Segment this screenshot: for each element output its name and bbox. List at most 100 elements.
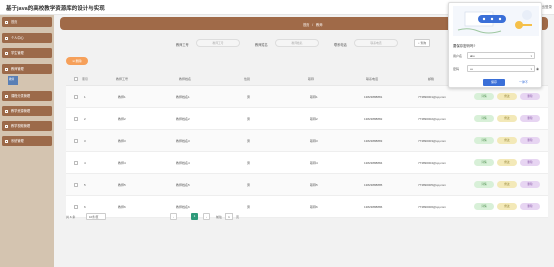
sidebar-item-label: 学生管理: [11, 51, 24, 55]
edit-button[interactable]: 修改: [497, 115, 517, 122]
show-password-icon[interactable]: ◉: [536, 67, 539, 71]
cell-phone: 13823888886: [364, 205, 383, 209]
sidebar: 首页 个人中心 学生管理 教师管理 教师 课程分类管理 教学资源管理 教学视频管…: [0, 15, 54, 267]
prev-page-button[interactable]: ‹: [170, 213, 177, 220]
search-button[interactable]: ⌕ 查询: [414, 39, 430, 47]
cell-email: 773890003@qq.com: [418, 139, 446, 143]
edit-button[interactable]: 修改: [497, 181, 517, 188]
cell-title: 职称2: [310, 117, 318, 121]
sidebar-item-students[interactable]: 学生管理: [2, 48, 52, 58]
cell-index: 3: [84, 139, 86, 143]
never-save-button[interactable]: 一律不: [519, 80, 528, 84]
cell-title: 职称4: [310, 161, 318, 165]
username-label: 用户名: [453, 54, 463, 58]
edit-button[interactable]: 修改: [497, 93, 517, 100]
delete-button[interactable]: 删除: [520, 159, 540, 166]
password-field[interactable]: ••• ▾: [467, 65, 535, 72]
username-field[interactable]: abo ▾: [467, 52, 535, 59]
search-label-phone: 联系电话: [334, 42, 347, 47]
page-number-current[interactable]: 1: [191, 213, 198, 220]
cell-index: 6: [84, 205, 86, 209]
cell-gender: 男: [247, 183, 251, 187]
next-page-button[interactable]: ›: [203, 213, 210, 220]
cell-title: 职称1: [310, 95, 318, 99]
row-checkbox[interactable]: [74, 205, 78, 209]
cell-gender: 男: [247, 161, 251, 165]
goto-label: 前往: [216, 215, 223, 219]
breadcrumb-home[interactable]: 首页: [303, 23, 309, 27]
column-header[interactable]: 职称: [308, 77, 314, 81]
table-row[interactable]: 5 教师5 教师姓名5 男 职称5 13823888885 773890005@qq.com…: [66, 174, 548, 196]
sidebar-item-profile[interactable]: 个人中心: [2, 33, 52, 43]
sidebar-item-course-category[interactable]: 课程分类管理: [2, 91, 52, 101]
search-input-teacher-id[interactable]: 教师工号: [196, 39, 240, 47]
column-header: 索引: [82, 77, 89, 81]
table-row[interactable]: 3 教师3 教师姓名3 男 职称3 13823888883 773890003@qq.com…: [66, 130, 548, 152]
sidebar-item-teachers[interactable]: 教师管理: [2, 64, 52, 74]
detail-button[interactable]: 详情: [474, 115, 494, 122]
cell-gender: 男: [247, 95, 251, 99]
row-checkbox[interactable]: [74, 183, 78, 187]
edit-button[interactable]: 修改: [497, 137, 517, 144]
delete-button[interactable]: 删除: [520, 181, 540, 188]
cell-email: 773890004@qq.com: [418, 161, 446, 165]
row-checkbox[interactable]: [74, 117, 78, 121]
row-checkbox[interactable]: [74, 139, 78, 143]
row-checkbox[interactable]: [74, 161, 78, 165]
column-header[interactable]: 性别: [244, 77, 250, 81]
category-icon: [5, 94, 8, 98]
cell-phone: 13823888881: [364, 95, 383, 99]
sidebar-item-videos[interactable]: 教学视频管理: [2, 121, 52, 131]
cell-name: 教师姓名3: [176, 139, 190, 143]
save-password-button[interactable]: 保存: [483, 79, 505, 86]
search-input-teacher-name[interactable]: 教师姓名: [275, 39, 319, 47]
cell-gender: 男: [247, 117, 251, 121]
cell-email: 773890005@qq.com: [418, 183, 446, 187]
app-title: 基于java的高校教学资源库的设计与实现: [6, 6, 105, 12]
table-row[interactable]: 1 教师1 教师姓名1 男 职称1 13823888881 773890001@qq.com…: [66, 86, 548, 108]
cell-index: 2: [84, 117, 86, 121]
page-size-select[interactable]: 10条/页: [86, 213, 106, 220]
delete-button[interactable]: 删除: [520, 137, 540, 144]
user-icon: [5, 36, 8, 40]
sidebar-item-label: 个人中心: [11, 36, 24, 40]
sidebar-item-label: 教师管理: [11, 67, 24, 71]
delete-button[interactable]: 删除: [520, 203, 540, 210]
column-header[interactable]: 邮箱: [428, 77, 434, 81]
column-header[interactable]: 联系电话: [366, 77, 378, 81]
sidebar-item-resources[interactable]: 教学资源管理: [2, 106, 52, 116]
goto-page-input[interactable]: 1: [225, 213, 233, 220]
detail-button[interactable]: 详情: [474, 181, 494, 188]
search-input-phone[interactable]: 联系电话: [354, 39, 398, 47]
breadcrumb-separator: /: [312, 22, 314, 27]
save-password-popup: 要保存密码吗? 用户名 abo ▾ 密码 ••• ▾ ◉ 保存 一律不: [448, 2, 542, 88]
pagination: 共 6 条 10条/页 ‹ 1 › 前往 1 页: [66, 213, 266, 221]
sidebar-subitem-teacher[interactable]: 教师: [8, 76, 18, 85]
delete-button[interactable]: 删除: [520, 115, 540, 122]
table-row[interactable]: 4 教师4 教师姓名4 男 职称4 13823888884 773890004@qq.com…: [66, 152, 548, 174]
cell-index: 1: [84, 95, 86, 99]
batch-delete-label: 删除: [75, 59, 82, 63]
sidebar-item-label: 课程分类管理: [11, 94, 31, 98]
detail-button[interactable]: 详情: [474, 93, 494, 100]
select-all-checkbox[interactable]: [74, 77, 78, 81]
detail-button[interactable]: 详情: [474, 203, 494, 210]
batch-delete-button[interactable]: ⊖ 删除: [66, 57, 88, 65]
detail-button[interactable]: 详情: [474, 137, 494, 144]
detail-button[interactable]: 详情: [474, 159, 494, 166]
search-label-teacher-id: 教师工号: [176, 42, 189, 47]
cell-name: 教师姓名4: [176, 161, 190, 165]
table-row[interactable]: 2 教师2 教师姓名2 男 职称2 13823888882 773890002@qq.com…: [66, 108, 548, 130]
sidebar-item-home[interactable]: 首页: [2, 17, 52, 27]
column-header[interactable]: 教师工号: [116, 77, 128, 81]
delete-button[interactable]: 删除: [520, 93, 540, 100]
sidebar-item-system[interactable]: 系统管理: [2, 136, 52, 146]
cell-id: 教师5: [118, 183, 126, 187]
edit-button[interactable]: 修改: [497, 159, 517, 166]
edit-button[interactable]: 修改: [497, 203, 517, 210]
sidebar-item-label: 首页: [11, 20, 18, 24]
popup-title: 要保存密码吗?: [453, 44, 476, 48]
students-icon: [5, 51, 8, 55]
column-header[interactable]: 教师姓名: [179, 77, 191, 81]
row-checkbox[interactable]: [74, 95, 78, 99]
